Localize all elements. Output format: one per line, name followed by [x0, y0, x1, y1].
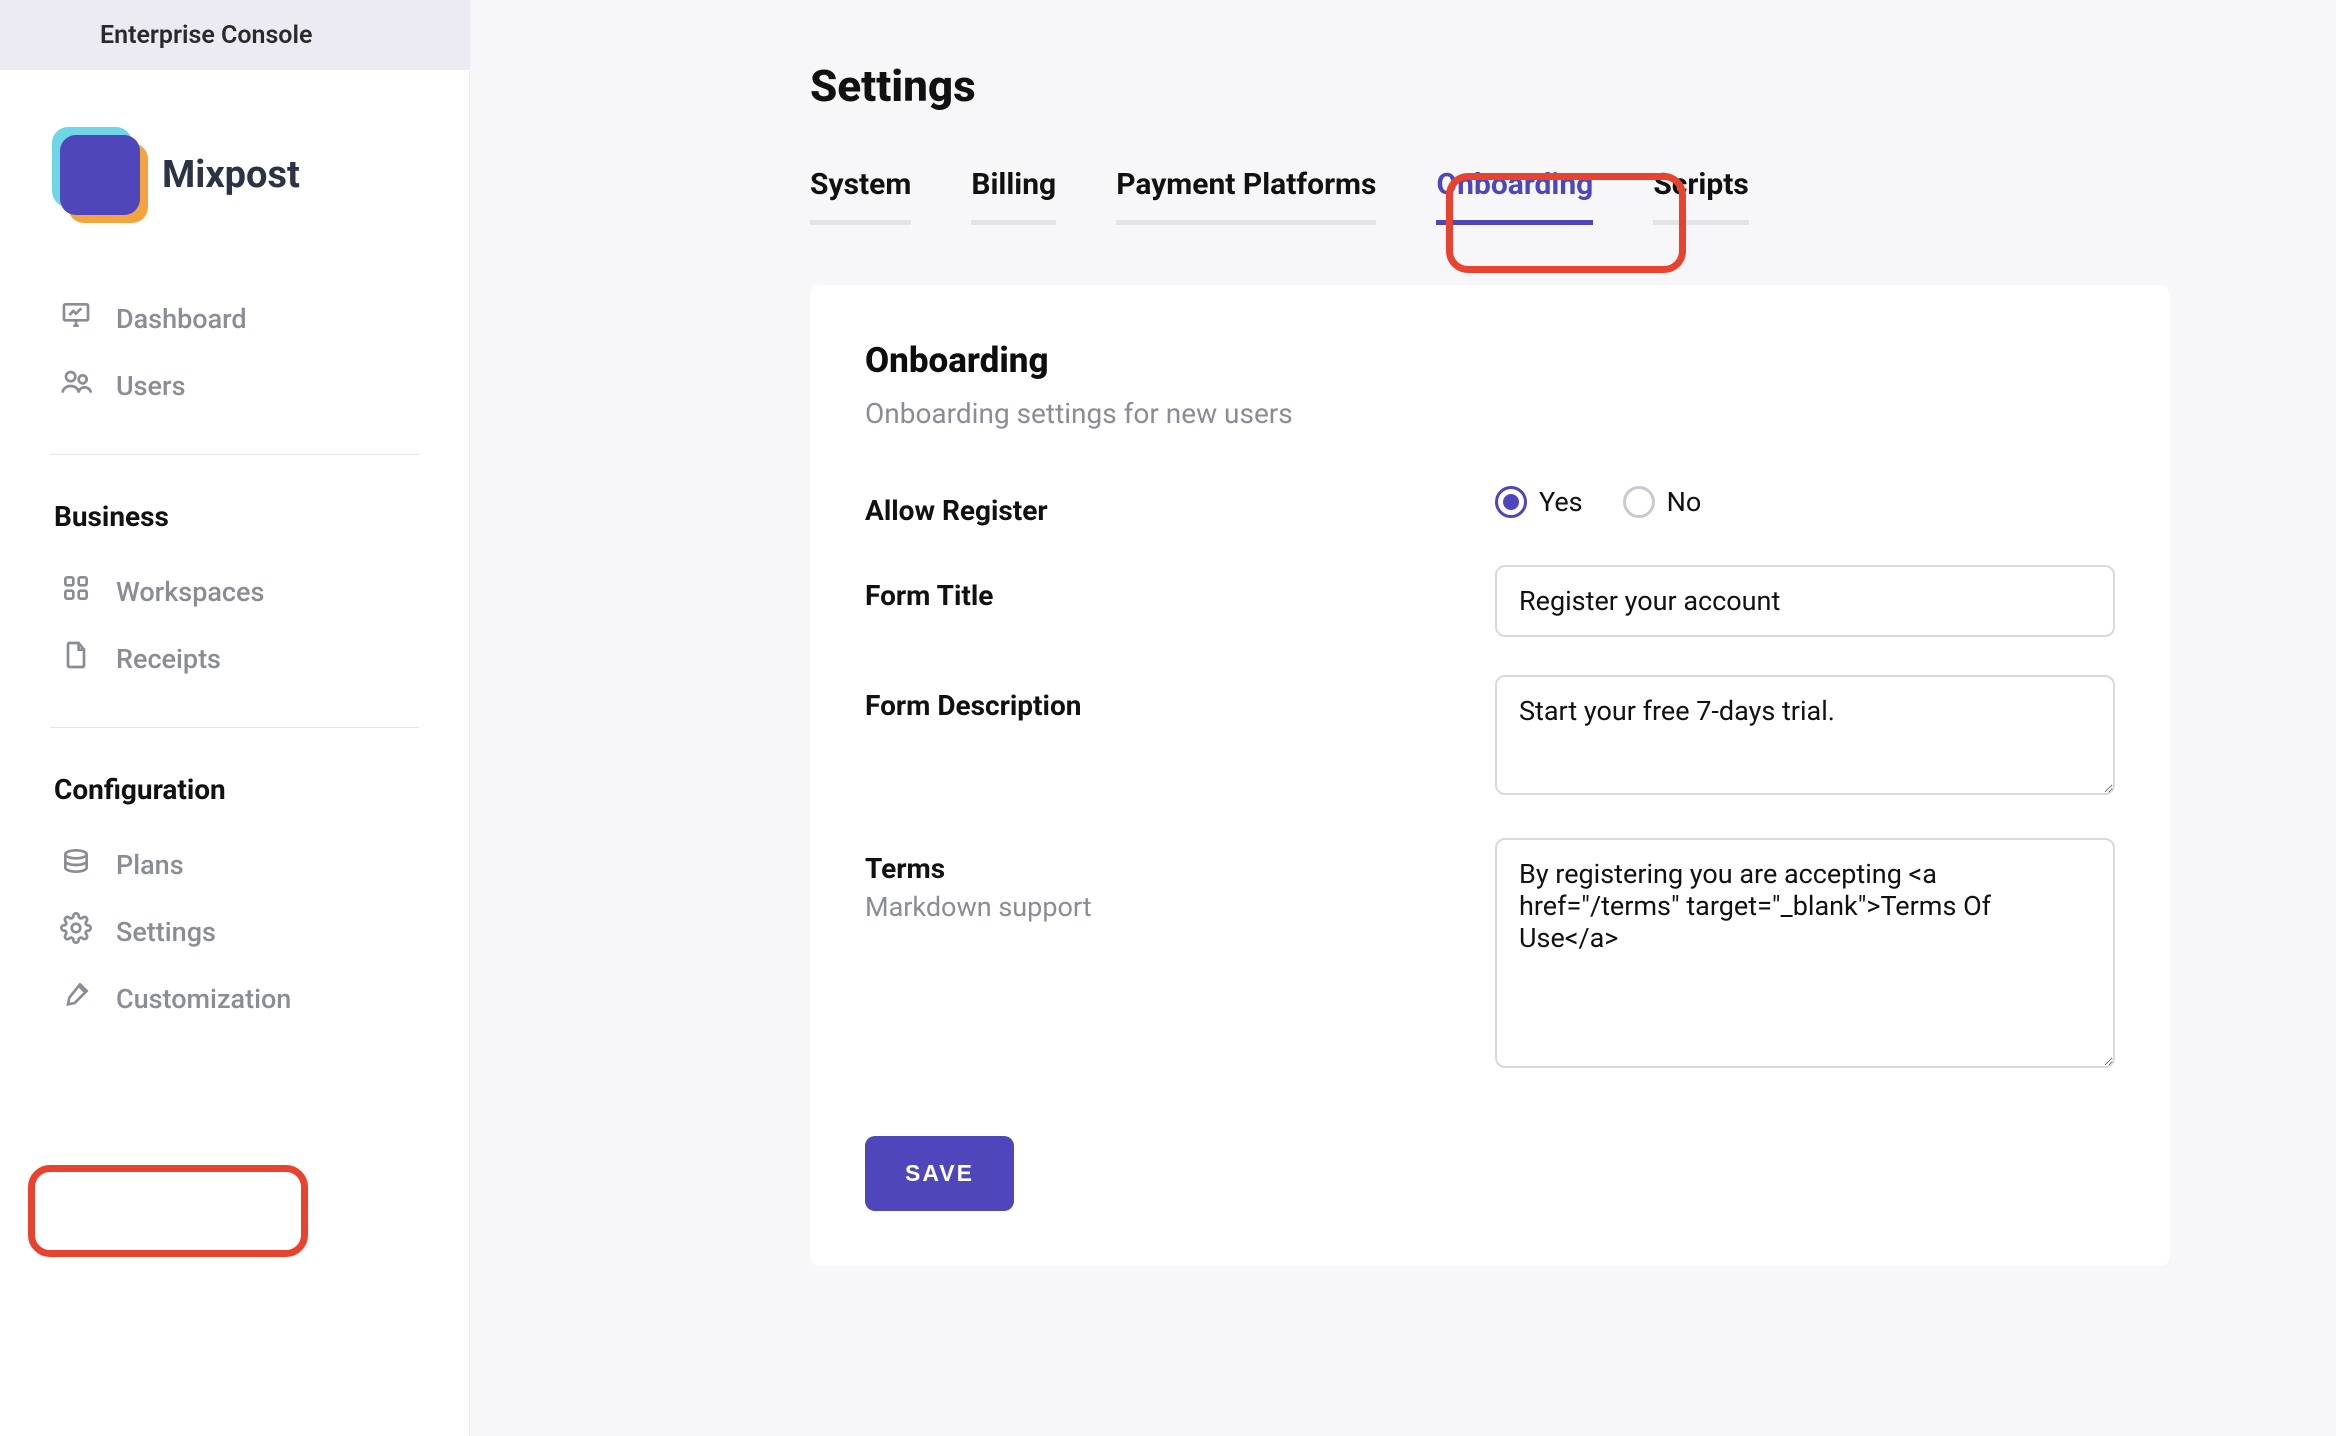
card-subtitle: Onboarding settings for new users: [865, 397, 2115, 430]
terms-textarea[interactable]: [1495, 838, 2115, 1068]
tab-payment-platforms[interactable]: Payment Platforms: [1116, 167, 1376, 225]
divider: [50, 727, 419, 728]
form-title-input[interactable]: [1495, 565, 2115, 637]
row-allow-register: Allow Register Yes No: [865, 480, 2115, 527]
console-banner-label: Enterprise Console: [100, 21, 312, 50]
stack-icon: [60, 845, 92, 884]
sidebar-item-label: Customization: [116, 983, 291, 1015]
sidebar-item-label: Receipts: [116, 643, 221, 675]
radio-label: Yes: [1539, 486, 1583, 518]
sidebar-section-configuration: Configuration: [54, 773, 419, 806]
tab-billing[interactable]: Billing: [971, 167, 1056, 225]
page-title: Settings: [810, 60, 2216, 112]
sidebar-nav: Dashboard Users Business Workspaces: [0, 255, 469, 1032]
tab-scripts[interactable]: Scripts: [1653, 167, 1748, 225]
sidebar-item-receipts[interactable]: Receipts: [50, 625, 419, 692]
form-description-textarea[interactable]: [1495, 675, 2115, 795]
dashboard-icon: [60, 299, 92, 338]
sidebar-section-business: Business: [54, 500, 419, 533]
card-title: Onboarding: [865, 340, 2115, 381]
sidebar-item-plans[interactable]: Plans: [50, 831, 419, 898]
tabs: System Billing Payment Platforms Onboard…: [810, 167, 2216, 225]
sidebar-item-label: Plans: [116, 849, 184, 881]
sidebar: Enterprise Console Mixpost Dashboard Use…: [0, 0, 470, 1436]
sidebar-item-label: Workspaces: [116, 576, 264, 608]
terms-sublabel: Markdown support: [865, 891, 1465, 923]
sidebar-item-users[interactable]: Users: [50, 352, 419, 419]
allow-register-label: Allow Register: [865, 494, 1465, 527]
users-icon: [60, 366, 92, 405]
console-banner: Enterprise Console: [0, 0, 469, 70]
row-terms: Terms Markdown support: [865, 838, 2115, 1073]
row-form-title: Form Title: [865, 565, 2115, 637]
allow-register-radio-group: Yes No: [1495, 480, 2115, 518]
gear-icon: [60, 912, 92, 951]
onboarding-card: Onboarding Onboarding settings for new u…: [810, 285, 2170, 1266]
radio-label: No: [1667, 486, 1702, 518]
sidebar-item-workspaces[interactable]: Workspaces: [50, 558, 419, 625]
row-form-description: Form Description: [865, 675, 2115, 800]
main: Settings System Billing Payment Platform…: [470, 0, 2336, 1436]
brand-name: Mixpost: [162, 153, 300, 197]
tab-onboarding[interactable]: Onboarding: [1436, 167, 1593, 225]
terms-label: Terms: [865, 852, 1465, 885]
brand: Mixpost: [0, 70, 469, 255]
sidebar-item-label: Users: [116, 370, 185, 402]
brand-logo-icon: [60, 135, 140, 215]
form-title-label: Form Title: [865, 579, 1465, 612]
radio-icon: [1495, 486, 1527, 518]
allow-register-yes[interactable]: Yes: [1495, 486, 1583, 518]
radio-icon: [1623, 486, 1655, 518]
sidebar-item-dashboard[interactable]: Dashboard: [50, 285, 419, 352]
save-button[interactable]: SAVE: [865, 1136, 1014, 1211]
brush-icon: [60, 979, 92, 1018]
sidebar-item-customization[interactable]: Customization: [50, 965, 419, 1032]
divider: [50, 454, 419, 455]
sidebar-item-label: Dashboard: [116, 303, 247, 335]
form-description-label: Form Description: [865, 689, 1465, 722]
sidebar-item-settings[interactable]: Settings: [50, 898, 419, 965]
allow-register-no[interactable]: No: [1623, 486, 1702, 518]
tab-system[interactable]: System: [810, 167, 911, 225]
grid-icon: [60, 572, 92, 611]
sidebar-item-label: Settings: [116, 916, 216, 948]
document-icon: [60, 639, 92, 678]
